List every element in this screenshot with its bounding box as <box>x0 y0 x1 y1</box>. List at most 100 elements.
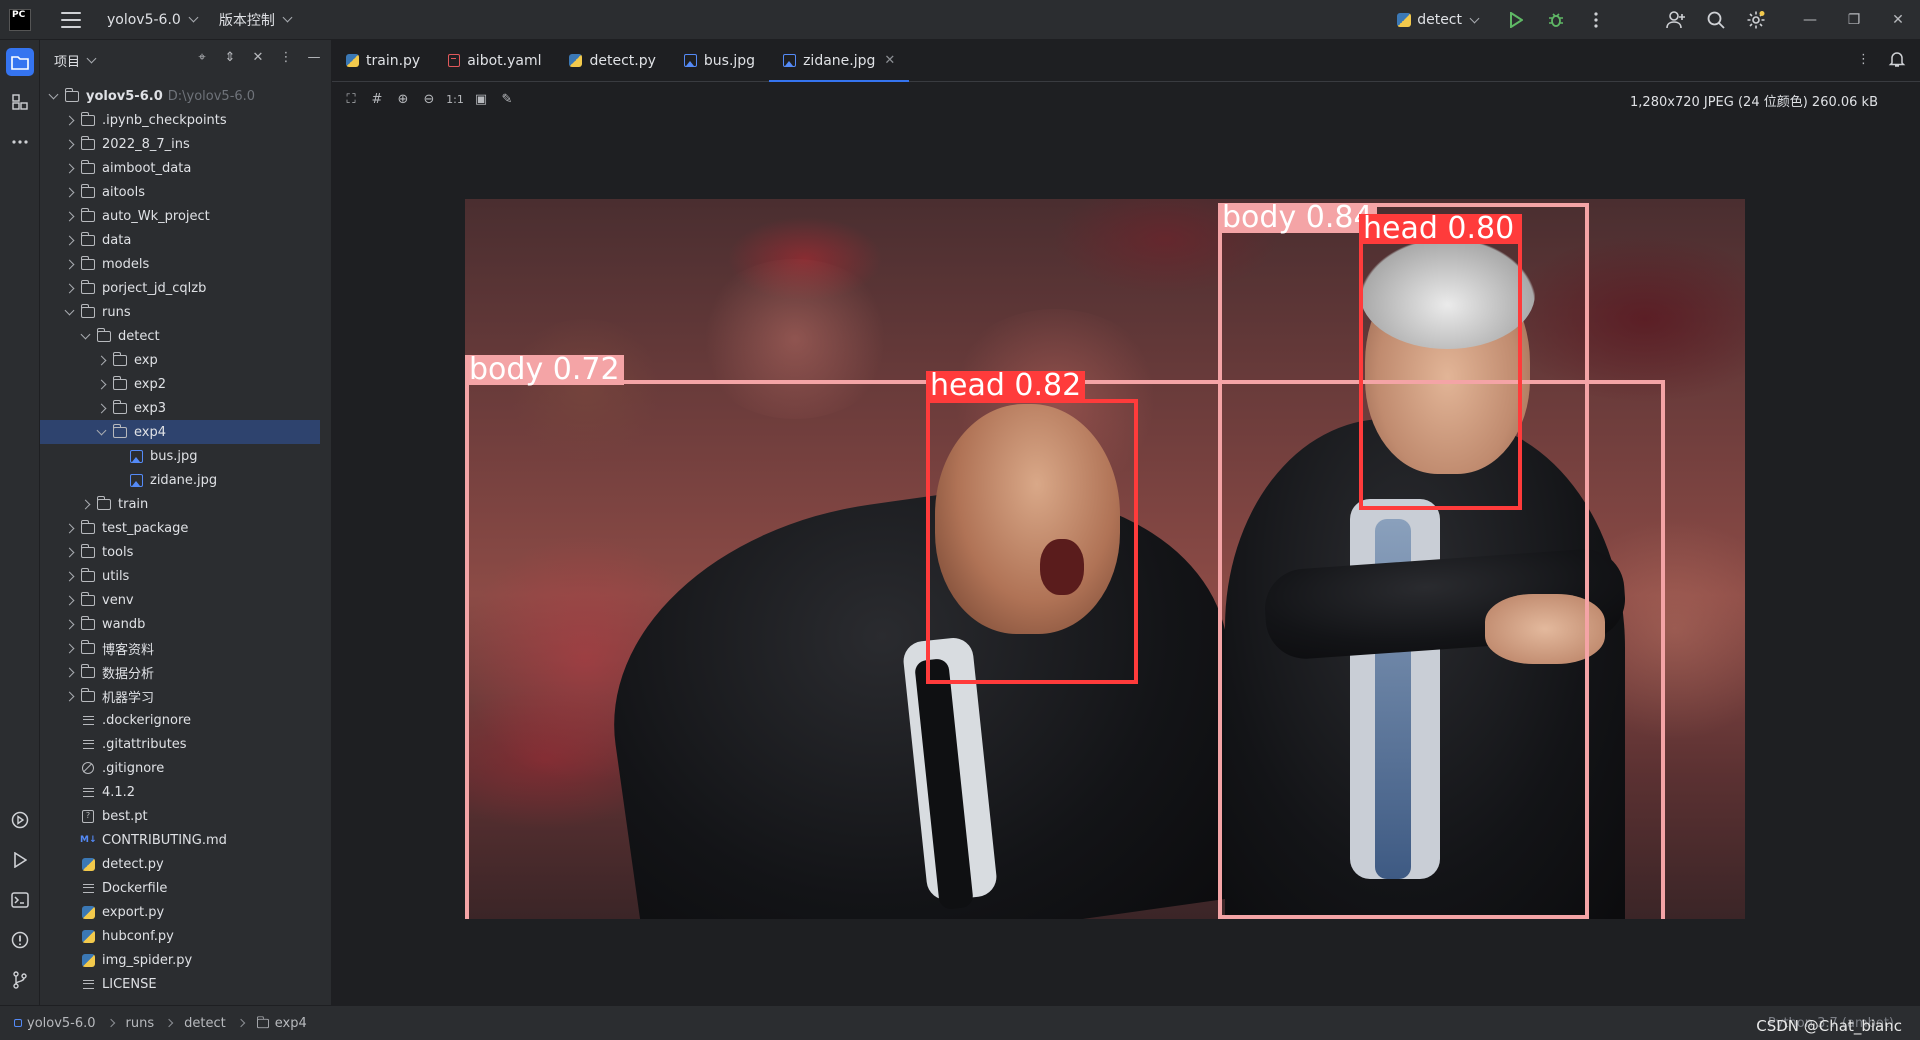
tree-item[interactable]: tools <box>40 540 320 564</box>
chevron-right-icon[interactable] <box>62 641 76 655</box>
tree-item[interactable]: exp <box>40 348 320 372</box>
chevron-right-icon[interactable] <box>62 569 76 583</box>
chevron-right-icon[interactable] <box>94 377 108 391</box>
breadcrumb-item[interactable]: runs <box>126 1016 155 1031</box>
restore-button[interactable]: ❐ <box>1832 0 1876 40</box>
chevron-right-icon[interactable] <box>62 665 76 679</box>
tree-item[interactable]: exp2 <box>40 372 320 396</box>
locate-file-icon[interactable]: ⌖ <box>193 50 211 65</box>
editor-tab[interactable]: train.py <box>332 40 434 81</box>
chevron-right-icon[interactable] <box>94 353 108 367</box>
tree-item[interactable]: detect <box>40 324 320 348</box>
run-tool-button[interactable] <box>6 846 34 874</box>
chevron-right-icon[interactable] <box>62 161 76 175</box>
chevron-right-icon[interactable] <box>62 617 76 631</box>
chevron-right-icon[interactable] <box>62 521 76 535</box>
tree-item[interactable]: exp4 <box>40 420 320 444</box>
tree-item[interactable]: aimboot_data <box>40 156 320 180</box>
more-actions-icon[interactable] <box>1576 0 1616 40</box>
tree-item[interactable]: export.py <box>40 900 320 924</box>
chevron-right-icon[interactable] <box>62 593 76 607</box>
tree-item[interactable]: data <box>40 228 320 252</box>
tree-item[interactable]: M↓ CONTRIBUTING.md <box>40 828 320 852</box>
tree-item[interactable]: detect.py <box>40 852 320 876</box>
close-tab-icon[interactable]: ✕ <box>884 53 895 68</box>
tree-item[interactable]: 2022_8_7_ins <box>40 132 320 156</box>
run-button[interactable] <box>1496 0 1536 40</box>
run-config-selector[interactable]: detect <box>1397 12 1480 28</box>
chevron-right-icon[interactable] <box>62 233 76 247</box>
tree-item[interactable]: Dockerfile <box>40 876 320 900</box>
tab-options-icon[interactable]: ⋮ <box>1857 52 1870 67</box>
tree-item[interactable]: models <box>40 252 320 276</box>
breadcrumb-item[interactable]: detect <box>184 1016 226 1031</box>
chevron-right-icon[interactable] <box>62 185 76 199</box>
editor-tab[interactable]: aibot.yaml <box>434 40 555 81</box>
project-view-selector[interactable]: 项目 <box>54 51 80 70</box>
tree-item[interactable]: venv <box>40 588 320 612</box>
close-window-button[interactable]: ✕ <box>1876 0 1920 40</box>
chevron-right-icon[interactable] <box>62 281 76 295</box>
add-user-icon[interactable] <box>1656 0 1696 40</box>
chevron-right-icon[interactable] <box>62 137 76 151</box>
tree-item[interactable]: 博客资料 <box>40 636 320 660</box>
tree-item[interactable]: .dockerignore <box>40 708 320 732</box>
chevron-right-icon[interactable] <box>78 497 92 511</box>
zoom-in-icon[interactable]: ⊕ <box>390 86 416 112</box>
chevron-right-icon[interactable] <box>62 209 76 223</box>
project-tool-button[interactable] <box>6 48 34 76</box>
notifications-bell-icon[interactable] <box>1888 50 1906 72</box>
tree-item[interactable]: utils <box>40 564 320 588</box>
tree-item[interactable]: ? best.pt <box>40 804 320 828</box>
chevron-right-icon[interactable] <box>62 689 76 703</box>
tree-item[interactable]: test_package <box>40 516 320 540</box>
more-tools-button[interactable] <box>6 128 34 156</box>
settings-gear-icon[interactable] <box>1736 0 1776 40</box>
structure-tool-button[interactable] <box>6 88 34 116</box>
tree-item[interactable]: .gitignore <box>40 756 320 780</box>
chevron-down-icon[interactable] <box>46 89 60 103</box>
tree-item[interactable]: train <box>40 492 320 516</box>
expand-collapse-icon[interactable]: ⇕ <box>221 50 239 65</box>
debug-button[interactable] <box>1536 0 1576 40</box>
tree-item[interactable]: exp3 <box>40 396 320 420</box>
chevron-right-icon[interactable] <box>62 257 76 271</box>
vcs-menu[interactable]: 版本控制 <box>219 10 293 30</box>
fit-zoom-icon[interactable]: ▣ <box>468 86 494 112</box>
tree-item[interactable]: zidane.jpg <box>40 468 320 492</box>
services-tool-button[interactable] <box>6 806 34 834</box>
main-menu-icon[interactable] <box>61 11 81 28</box>
hide-panel-icon[interactable]: — <box>305 50 323 65</box>
tree-item[interactable]: hubconf.py <box>40 924 320 948</box>
tree-item[interactable]: LICENSE <box>40 972 320 996</box>
problems-tool-button[interactable] <box>6 926 34 954</box>
tree-item[interactable]: 机器学习 <box>40 684 320 708</box>
fit-window-icon[interactable]: ⛶ <box>338 86 364 112</box>
editor-tab[interactable]: detect.py <box>555 40 669 81</box>
chevron-down-icon[interactable] <box>78 329 92 343</box>
tree-item[interactable]: img_spider.py <box>40 948 320 972</box>
project-selector[interactable]: yolov5-6.0 <box>107 12 199 28</box>
close-panel-icon[interactable]: ✕ <box>249 50 267 65</box>
tree-item[interactable]: aitools <box>40 180 320 204</box>
tree-item[interactable]: .ipynb_checkpoints <box>40 108 320 132</box>
color-picker-icon[interactable]: ✎ <box>494 86 520 112</box>
tree-item[interactable]: wandb <box>40 612 320 636</box>
chevron-down-icon[interactable] <box>62 305 76 319</box>
tree-item[interactable]: runs <box>40 300 320 324</box>
chevron-down-icon[interactable] <box>94 425 108 439</box>
tree-item[interactable]: porject_jd_cqlzb <box>40 276 320 300</box>
tree-item[interactable]: .gitattributes <box>40 732 320 756</box>
panel-options-icon[interactable]: ⋮ <box>277 50 295 65</box>
editor-tab[interactable]: zidane.jpg ✕ <box>769 40 910 82</box>
git-tool-button[interactable] <box>6 966 34 994</box>
actual-size-button[interactable]: 1:1 <box>442 86 468 112</box>
minimize-button[interactable]: — <box>1788 0 1832 40</box>
grid-icon[interactable]: # <box>364 86 390 112</box>
chevron-right-icon[interactable] <box>62 113 76 127</box>
terminal-tool-button[interactable] <box>6 886 34 914</box>
breadcrumb-item[interactable]: yolov5-6.0 <box>14 1016 96 1031</box>
search-icon[interactable] <box>1696 0 1736 40</box>
zoom-out-icon[interactable]: ⊖ <box>416 86 442 112</box>
tree-item[interactable]: 数据分析 <box>40 660 320 684</box>
